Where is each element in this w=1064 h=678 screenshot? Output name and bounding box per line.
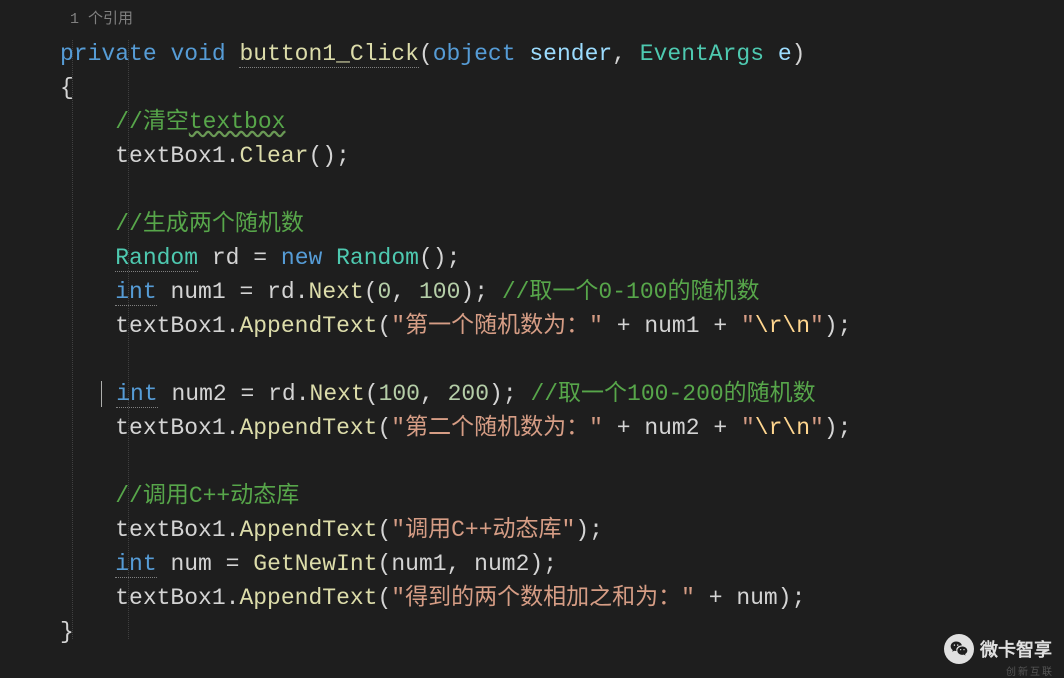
keyword-void: void: [170, 41, 225, 67]
param-sender: sender: [529, 41, 612, 67]
method-clear: Clear: [239, 143, 308, 169]
reference-count[interactable]: 1 个引用: [60, 11, 133, 28]
var-textbox1: textBox1: [115, 143, 225, 169]
type-eventargs: EventArgs: [640, 41, 764, 67]
string-first: "第一个随机数为：": [391, 313, 603, 339]
string-cpp: "调用C++动态库": [391, 517, 575, 543]
watermark-text: 微卡智享: [980, 636, 1052, 662]
comment-gen-random: //生成两个随机数: [115, 211, 304, 237]
brace-close: }: [60, 619, 74, 645]
watermark: 微卡智享: [944, 634, 1052, 664]
comment-range2: //取一个100-200的随机数: [530, 381, 815, 407]
string-escape-1: "\r\n": [741, 313, 824, 339]
keyword-object: object: [433, 41, 516, 67]
keyword-int: int: [115, 279, 156, 306]
code-block[interactable]: 1 个引用 private void button1_Click(object …: [60, 0, 1064, 649]
code-editor-area[interactable]: 1 个引用 private void button1_Click(object …: [0, 0, 1064, 649]
brace-open: {: [60, 75, 74, 101]
var-rd: rd: [212, 245, 240, 271]
type-random: Random: [115, 245, 198, 272]
number-100: 100: [419, 279, 460, 305]
watermark-small: 创新互联: [1006, 663, 1054, 678]
number-200: 200: [448, 381, 489, 407]
method-appendtext: AppendText: [239, 313, 377, 339]
var-num1: num1: [170, 279, 225, 305]
comment-cpp: //调用C++动态库: [115, 483, 299, 509]
var-num: num: [170, 551, 211, 577]
param-e: e: [778, 41, 792, 67]
highlighted-line: int num2 = rd.Next(100, 200); //取一个100-2…: [60, 377, 1064, 411]
comment-range1: //取一个0-100的随机数: [502, 279, 760, 305]
keyword-new: new: [281, 245, 322, 271]
method-next: Next: [309, 279, 364, 305]
keyword-private: private: [60, 41, 157, 67]
string-second: "第二个随机数为：": [391, 415, 603, 441]
method-getnewint: GetNewInt: [253, 551, 377, 577]
string-escape-2: "\r\n": [741, 415, 824, 441]
number-0: 0: [378, 279, 392, 305]
method-name: button1_Click: [239, 41, 418, 68]
caret: [101, 381, 102, 407]
comment-clear: //清空textbox: [115, 109, 285, 135]
wechat-icon: [944, 634, 974, 664]
string-sum: "得到的两个数相加之和为：": [391, 585, 695, 611]
var-num2: num2: [171, 381, 226, 407]
